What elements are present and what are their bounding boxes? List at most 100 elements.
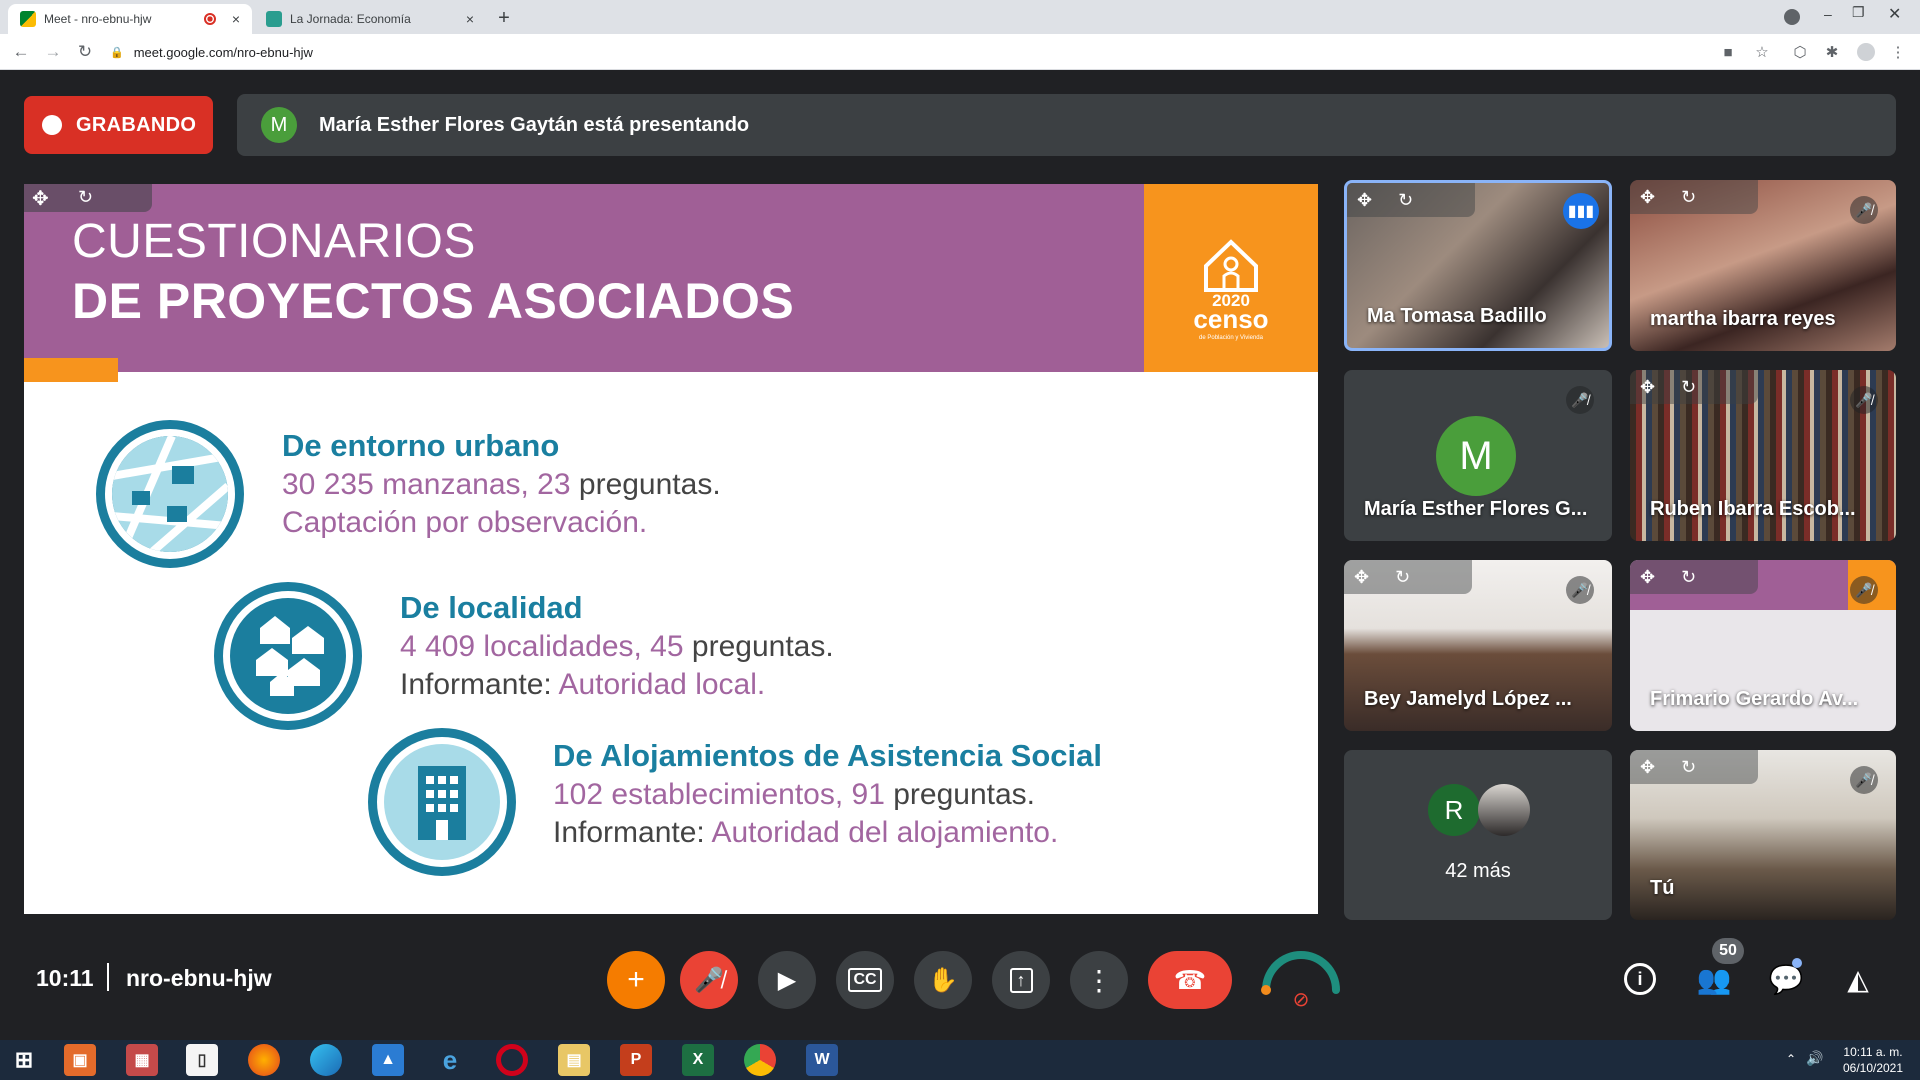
- refresh-tile-icon[interactable]: ↻: [1681, 187, 1696, 208]
- calendar-app-icon[interactable]: ▦: [126, 1044, 158, 1076]
- recording-dot-icon: [203, 13, 216, 25]
- chat-button[interactable]: 💬: [1758, 951, 1814, 1007]
- refresh-tile-icon[interactable]: ↻: [1681, 757, 1696, 778]
- back-icon[interactable]: ←: [10, 41, 32, 63]
- tile-controls: ✥ ↻: [1344, 560, 1472, 594]
- tab-search-icon[interactable]: [1784, 9, 1800, 25]
- chrome-icon[interactable]: [744, 1044, 776, 1076]
- edge-icon[interactable]: [310, 1044, 342, 1076]
- more-count-label: 42 más: [1445, 860, 1511, 882]
- extensions-puzzle-icon[interactable]: ✱: [1822, 42, 1842, 62]
- add-activity-button[interactable]: +: [607, 951, 665, 1009]
- move-tile-icon[interactable]: ✥: [1357, 190, 1372, 211]
- move-tile-icon[interactable]: ✥: [1640, 187, 1655, 208]
- svg-text:censo: censo: [1193, 304, 1268, 334]
- close-tab-icon[interactable]: ×: [466, 11, 474, 27]
- windows-start-icon[interactable]: ⊞: [8, 1044, 40, 1076]
- participant-name: María Esther Flores G...: [1364, 498, 1588, 520]
- extension-cube-icon[interactable]: ⬡: [1790, 42, 1810, 62]
- leave-call-button[interactable]: ☎: [1148, 951, 1232, 1009]
- refresh-tile-icon[interactable]: ↻: [1398, 190, 1413, 211]
- tab-meet[interactable]: Meet - nro-ebnu-hjw ×: [8, 4, 252, 34]
- close-window-icon[interactable]: ✕: [1888, 4, 1901, 24]
- word-icon[interactable]: W: [806, 1044, 838, 1076]
- move-tile-icon[interactable]: ✥: [1640, 757, 1655, 778]
- refresh-tile-icon[interactable]: ↻: [78, 187, 93, 208]
- system-clock[interactable]: 10:11 a. m. 06/10/2021: [1838, 1044, 1908, 1076]
- file-explorer-icon[interactable]: ▤: [558, 1044, 590, 1076]
- refresh-tile-icon[interactable]: ↻: [1681, 567, 1696, 588]
- eye-off-icon: ⊘: [1293, 987, 1310, 1010]
- new-tab-button[interactable]: +: [492, 6, 516, 30]
- item-title-urbano: De entorno urbano: [282, 428, 560, 463]
- slide-orange-accent: [24, 358, 118, 382]
- item-detail-urbano: Captación por observación.: [282, 506, 648, 539]
- opera-icon[interactable]: [496, 1044, 528, 1076]
- meeting-details-button[interactable]: i: [1612, 951, 1668, 1007]
- raise-hand-button[interactable]: ✋: [914, 951, 972, 1009]
- powerpoint-icon[interactable]: P: [620, 1044, 652, 1076]
- more-options-button[interactable]: ⋮: [1070, 951, 1128, 1009]
- locality-houses-icon: [214, 582, 362, 730]
- item-title-localidad: De localidad: [400, 590, 583, 625]
- profile-avatar-icon[interactable]: [1856, 42, 1876, 62]
- presenting-banner: M María Esther Flores Gaytán está presen…: [237, 94, 1896, 156]
- mic-off-icon: 🎤̸: [1566, 386, 1594, 414]
- visual-effects-widget[interactable]: ⊘: [1258, 948, 1344, 1011]
- participant-tile[interactable]: ✥ ↻ 🎤̸ martha ibarra reyes: [1630, 180, 1896, 351]
- camera-in-use-icon[interactable]: ■: [1718, 42, 1738, 62]
- move-tile-icon[interactable]: ✥: [1354, 567, 1369, 588]
- tab-meet-label: Meet - nro-ebnu-hjw: [44, 12, 152, 26]
- present-screen-button[interactable]: ↑: [992, 951, 1050, 1009]
- tab-la-jornada[interactable]: La Jornada: Economía ×: [254, 4, 486, 34]
- mic-off-icon: 🎤̸: [1850, 766, 1878, 794]
- tray-chevron-icon[interactable]: ⌃: [1786, 1052, 1796, 1066]
- captions-button[interactable]: CC: [836, 951, 894, 1009]
- participant-tile[interactable]: 🎤̸ M María Esther Flores G...: [1344, 370, 1612, 541]
- more-participants-tile[interactable]: R 42 más: [1344, 750, 1612, 920]
- hang-up-icon: ☎: [1173, 964, 1207, 995]
- notepad-icon[interactable]: ▯: [186, 1044, 218, 1076]
- photos-app-icon[interactable]: ▣: [64, 1044, 96, 1076]
- censo-logo: 2020 censo de Población y Vivienda: [1144, 184, 1318, 372]
- camera-button[interactable]: ▶: [758, 951, 816, 1009]
- move-tile-icon[interactable]: ✥: [1640, 377, 1655, 398]
- reload-icon[interactable]: ↻: [74, 41, 96, 63]
- refresh-tile-icon[interactable]: ↻: [1681, 377, 1696, 398]
- captions-icon: CC: [848, 968, 882, 992]
- minimize-icon[interactable]: –: [1824, 6, 1832, 22]
- record-dot-icon: [42, 115, 62, 135]
- presenter-avatar: M: [261, 107, 297, 143]
- recording-label: GRABANDO: [76, 113, 197, 136]
- system-time: 10:11 a. m.: [1843, 1045, 1903, 1059]
- restore-icon[interactable]: ❐: [1852, 4, 1865, 21]
- tile-controls: ✥ ↻: [1630, 180, 1758, 214]
- participant-tile[interactable]: ✥ ↻ ▮▮▮ Ma Tomasa Badillo: [1344, 180, 1612, 351]
- files-app-icon[interactable]: ▲: [372, 1044, 404, 1076]
- forward-icon[interactable]: →: [42, 41, 64, 63]
- mic-off-button[interactable]: 🎤̸: [680, 951, 738, 1009]
- address-bar[interactable]: 🔒 meet.google.com/nro-ebnu-hjw: [110, 40, 1770, 64]
- internet-explorer-icon[interactable]: e: [434, 1044, 466, 1076]
- meeting-time: 10:11: [36, 965, 94, 991]
- bookmark-star-icon[interactable]: ☆: [1752, 42, 1772, 62]
- item-detail-alojamientos: Informante: Autoridad del alojamiento.: [553, 816, 1059, 849]
- browser-menu-icon[interactable]: ⋮: [1888, 42, 1908, 62]
- item-count-urbano: 30 235 manzanas, 23 preguntas.: [282, 468, 721, 501]
- participant-tile[interactable]: ✥ ↻ 🎤̸ Bey Jamelyd López ...: [1344, 560, 1612, 731]
- self-view-tile[interactable]: ✥ ↻ 🎤̸ Tú: [1630, 750, 1896, 920]
- firefox-icon[interactable]: [248, 1044, 280, 1076]
- refresh-tile-icon[interactable]: ↻: [1395, 567, 1410, 588]
- move-tile-icon[interactable]: ✥: [1640, 567, 1655, 588]
- mic-off-icon: 🎤̸: [1850, 576, 1878, 604]
- close-tab-icon[interactable]: ×: [232, 11, 240, 27]
- excel-icon[interactable]: X: [682, 1044, 714, 1076]
- move-tile-icon[interactable]: ✥: [32, 186, 49, 211]
- participant-name: Ruben Ibarra Escob...: [1650, 498, 1856, 520]
- activities-button[interactable]: ◭: [1830, 951, 1886, 1007]
- volume-icon[interactable]: 🔊: [1806, 1050, 1823, 1067]
- tile-controls: ✥ ↻: [1630, 370, 1758, 404]
- urban-map-icon: [96, 420, 244, 568]
- participant-tile[interactable]: ✥ ↻ 🎤̸ Ruben Ibarra Escob...: [1630, 370, 1896, 541]
- participant-tile[interactable]: ✥ ↻ 🎤̸ Frimario Gerardo Av...: [1630, 560, 1896, 731]
